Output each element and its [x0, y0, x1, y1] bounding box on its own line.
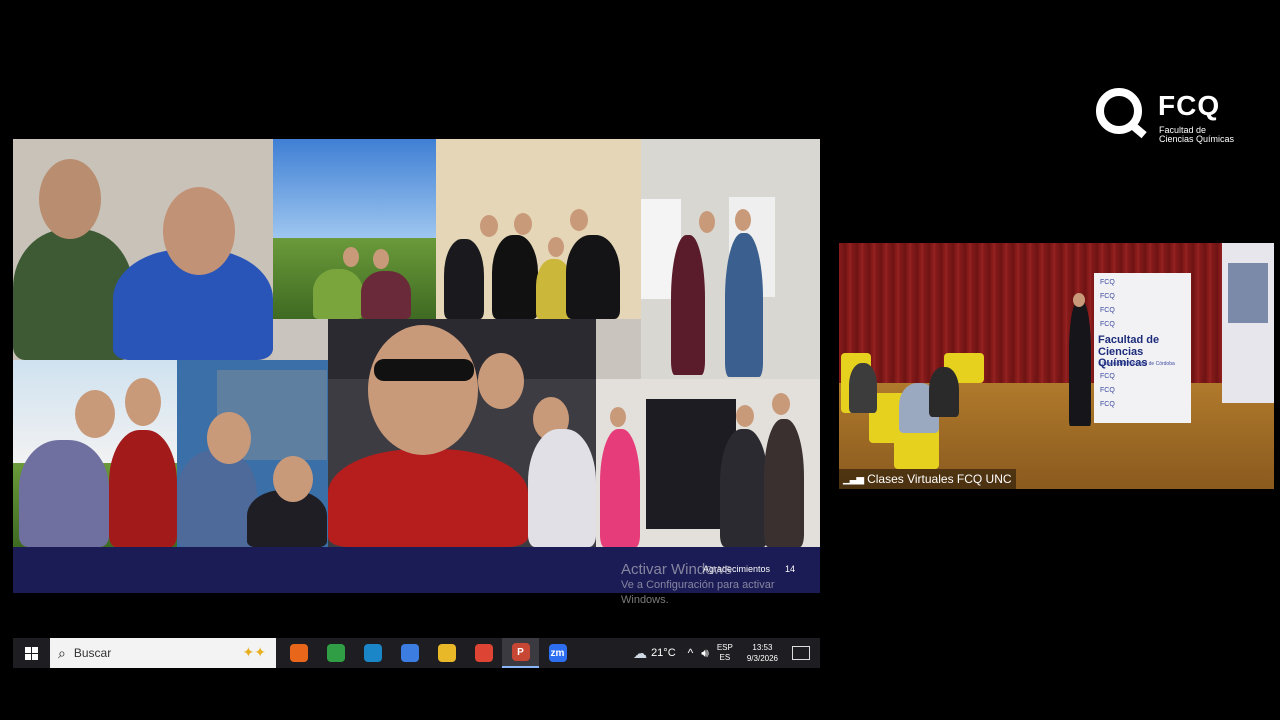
taskbar-app-button[interactable]	[354, 638, 391, 668]
windows-logo-icon	[25, 646, 38, 660]
banner-repeat-6: FCQ	[1100, 387, 1115, 394]
taskbar-app-button[interactable]	[317, 638, 354, 668]
banner-repeat-3: FCQ	[1100, 307, 1115, 314]
banner-title-line-1: Facultad de	[1098, 334, 1160, 346]
sparkle-icon: ✦✦	[242, 644, 266, 660]
weather-temperature: 21°C	[651, 647, 676, 659]
edge-icon	[363, 644, 382, 662]
projection-screen	[1222, 243, 1274, 403]
signal-bars-icon: ▁▃▅	[843, 473, 864, 485]
banner-repeat-5: FCQ	[1100, 373, 1115, 380]
banner-repeat-1: FCQ	[1100, 279, 1115, 286]
logo-brand: FCQ	[1158, 90, 1221, 121]
cloud-icon: ☁	[633, 644, 648, 661]
weather-widget[interactable]: ☁ 21°C	[633, 645, 676, 662]
store-icon	[400, 644, 419, 662]
speaker-icon[interactable]: 🔊︎	[701, 646, 709, 661]
banner-repeat-4: FCQ	[1100, 321, 1115, 328]
banner-subtitle: Universidad Nacional de Córdoba	[1100, 361, 1175, 367]
banner-repeat-7: FCQ	[1100, 401, 1115, 408]
photo-8	[596, 379, 820, 547]
shared-screen: Agradecimientos 14 Activar Windows Ve a …	[13, 64, 820, 668]
language-line-1: ESP	[716, 643, 733, 652]
taskbar-app-button[interactable]: P	[502, 638, 539, 668]
clock-time: 13:53	[752, 643, 773, 652]
clock-date: 9/3/2026	[746, 654, 778, 663]
slide-page-number: 14	[785, 564, 796, 574]
activate-windows-watermark: Activar Windows Ve a Configuración para …	[621, 561, 774, 608]
zoom-icon: zm	[548, 644, 567, 662]
taskbar-app-button[interactable]: zm	[539, 638, 576, 668]
file-explorer-icon	[437, 644, 456, 662]
photo-7	[328, 319, 596, 547]
notifications-icon[interactable]	[792, 646, 810, 660]
firefox-icon	[289, 644, 308, 662]
chevron-up-icon[interactable]: ^	[688, 646, 694, 660]
windows-taskbar: ⌕ Buscar ✦✦ Pzm ☁ 21°C ^ 🔊︎ ESP ES 13:53…	[13, 638, 820, 668]
participant-video[interactable]: FCQ FCQ FCQ FCQ Facultad de Ciencias Quí…	[839, 243, 1274, 489]
language-indicator[interactable]: ESP ES	[717, 643, 733, 663]
photo-1	[13, 139, 273, 360]
chrome-icon	[326, 644, 345, 662]
watermark-line-1: Ve a Configuración para activar	[621, 579, 775, 591]
photo-2	[273, 139, 436, 319]
clock[interactable]: 13:53 9/3/2026	[747, 642, 778, 664]
fcq-logo: FCQ Facultad de Ciencias Químicas	[1096, 88, 1236, 146]
fcq-banner: FCQ FCQ FCQ FCQ Facultad de Ciencias Quí…	[1094, 273, 1191, 423]
logo-subtitle: Facultad de Ciencias Químicas	[1159, 126, 1234, 144]
taskbar-app-button[interactable]	[280, 638, 317, 668]
chrome-2-icon	[474, 644, 493, 662]
taskbar-search-box[interactable]: ⌕ Buscar ✦✦	[50, 638, 276, 668]
photo-5	[13, 360, 177, 547]
logo-subtitle-line-2: Ciencias Químicas	[1159, 134, 1235, 144]
search-icon: ⌕	[58, 644, 66, 661]
start-button[interactable]	[13, 638, 50, 668]
participant-name: Clases Virtuales FCQ UNC	[867, 472, 1012, 486]
powerpoint-icon: P	[511, 643, 530, 661]
banner-repeat-2: FCQ	[1100, 293, 1115, 300]
presentation-slide: Agradecimientos 14	[13, 139, 820, 593]
taskbar-app-button[interactable]	[428, 638, 465, 668]
participant-name-label: ▁▃▅ Clases Virtuales FCQ UNC	[839, 469, 1016, 489]
language-line-2: ES	[719, 653, 731, 662]
photo-3	[436, 139, 641, 319]
taskbar-app-button[interactable]	[465, 638, 502, 668]
speaker-figure	[1069, 301, 1091, 426]
photo-6	[177, 360, 328, 547]
curtain-backdrop	[839, 243, 1274, 398]
search-placeholder: Buscar	[73, 646, 112, 660]
taskbar-app-button[interactable]	[391, 638, 428, 668]
watermark-line-2: Windows.	[621, 594, 669, 606]
watermark-title: Activar Windows	[621, 561, 732, 578]
system-tray: ☁ 21°C ^ 🔊︎ ESP ES 13:53 9/3/2026	[633, 638, 820, 668]
photo-4	[641, 139, 820, 379]
